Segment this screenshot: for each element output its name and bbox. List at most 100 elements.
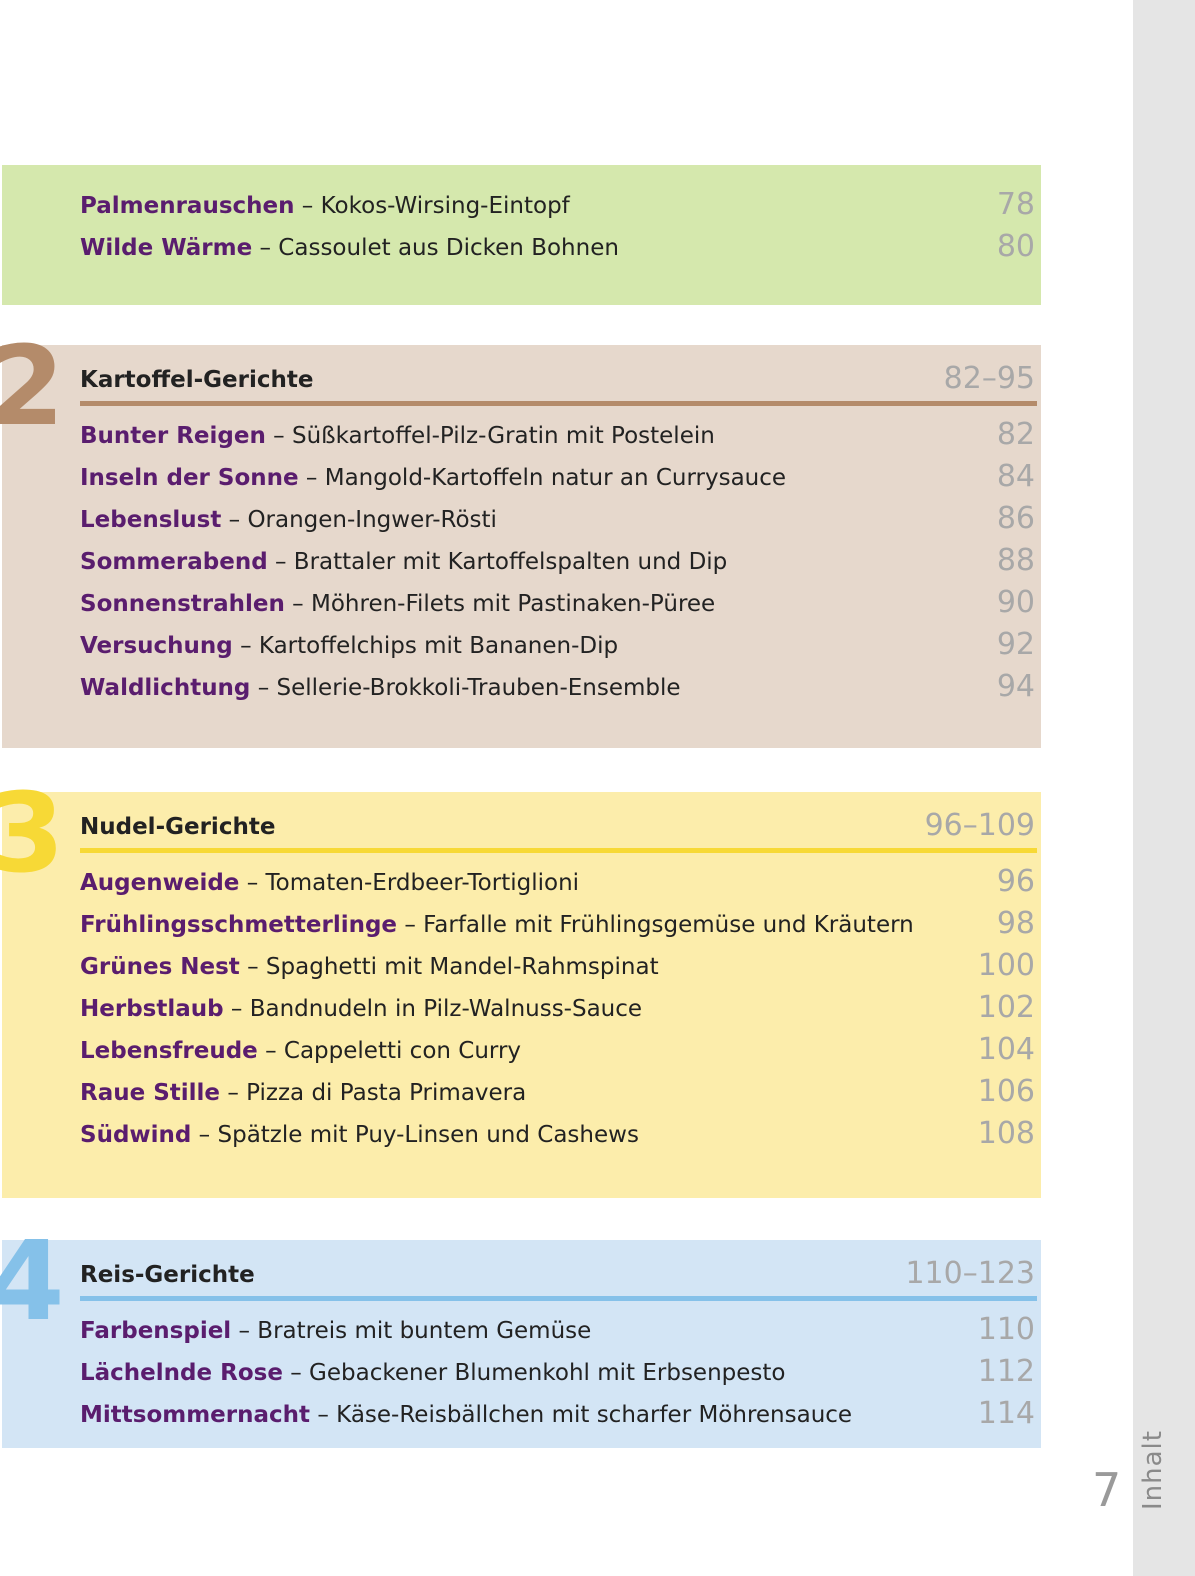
entry-name: Raue Stille (80, 1080, 221, 1106)
entry-name: Lebenslust (80, 507, 222, 533)
entry-desc: – Tomaten-Erdbeer-Tortiglioni (239, 870, 580, 896)
page-number: 7 (1092, 1463, 1122, 1517)
entry-name: Waldlichtung (80, 675, 251, 701)
toc-entry[interactable]: Versuchung – Kartoffelchips mit Bananen-… (80, 627, 1037, 669)
section-title: Reis-Gerichte (80, 1262, 255, 1288)
entry-desc: – Kokos-Wirsing-Eintopf (294, 193, 570, 219)
sidebar-strip (1133, 0, 1195, 1576)
entry-name: Südwind (80, 1122, 192, 1148)
entry-desc: – Käse-Reisbällchen mit scharfer Möhrens… (310, 1402, 853, 1428)
entry-desc: – Mangold-Kartoffeln natur an Currysauce (298, 465, 787, 491)
entry-name: Mittsommernacht (80, 1402, 311, 1428)
entry-name: Lächelnde Rose (80, 1360, 283, 1386)
section-header[interactable]: Reis-Gerichte 110–123 (80, 1254, 1037, 1302)
section-nudel: 3 Nudel-Gerichte 96–109 Augenweide – Tom… (0, 769, 1041, 1198)
section-number: 2 (0, 322, 65, 450)
entry-list: Farbenspiel – Bratreis mit buntem Gemüse… (80, 1312, 1037, 1438)
entry-desc: – Spätzle mit Puy-Linsen und Cashews (191, 1122, 639, 1148)
section-title: Kartoffel-Gerichte (80, 367, 314, 393)
toc-entry[interactable]: Lebensfreude – Cappeletti con Curry 104 (80, 1032, 1037, 1074)
entry-name: Sommerabend (80, 549, 268, 575)
entry-page: 88 (996, 543, 1035, 578)
section-page-range: 110–123 (905, 1256, 1035, 1291)
section-title: Nudel-Gerichte (80, 814, 276, 840)
section-page-range: 96–109 (924, 808, 1035, 843)
entry-desc: – Bandnudeln in Pilz-Walnuss-Sauce (223, 996, 643, 1022)
toc-entry[interactable]: Frühlingsschmetterlinge – Farfalle mit F… (80, 906, 1037, 948)
toc-entry[interactable]: Sommerabend – Brattaler mit Kartoffelspa… (80, 543, 1037, 585)
entry-page: 96 (996, 864, 1035, 899)
toc-entry[interactable]: Augenweide – Tomaten-Erdbeer-Tortiglioni… (80, 864, 1037, 906)
entry-desc: – Bratreis mit buntem Gemüse (231, 1318, 592, 1344)
entry-name: Versuchung (80, 633, 233, 659)
toc-entry[interactable]: Raue Stille – Pizza di Pasta Primavera 10… (80, 1074, 1037, 1116)
entry-desc: – Pizza di Pasta Primavera (220, 1080, 527, 1106)
entry-page: 104 (977, 1032, 1035, 1067)
section-rule (80, 1296, 1037, 1301)
toc-entry[interactable]: Sonnenstrahlen – Möhren-Filets mit Pasti… (80, 585, 1037, 627)
entry-page: 84 (996, 459, 1035, 494)
entry-name: Inseln der Sonne (80, 465, 299, 491)
entry-name: Augenweide (80, 870, 240, 896)
entry-desc: – Kartoffelchips mit Bananen-Dip (232, 633, 619, 659)
entry-page: 80 (996, 229, 1035, 264)
entry-list: Bunter Reigen – Süßkartoffel-Pilz-Gratin… (80, 417, 1037, 711)
section-header[interactable]: Kartoffel-Gerichte 82–95 (80, 359, 1037, 407)
entry-page: 92 (996, 627, 1035, 662)
entry-name: Bunter Reigen (80, 423, 266, 449)
entry-name: Farbenspiel (80, 1318, 232, 1344)
section-number: 3 (0, 769, 65, 897)
entry-name: Herbstlaub (80, 996, 224, 1022)
entry-desc: – Spaghetti mit Mandel-Rahmspinat (239, 954, 659, 980)
entry-page: 102 (977, 990, 1035, 1025)
toc-entry[interactable]: Lebenslust – Orangen-Ingwer-Rösti 86 (80, 501, 1037, 543)
entry-name: Lebensfreude (80, 1038, 258, 1064)
entry-desc: – Cassoulet aus Dicken Bohnen (252, 235, 619, 261)
toc-entry[interactable]: Wilde Wärme – Cassoulet aus Dicken Bohne… (80, 229, 1037, 271)
section-page-range: 82–95 (943, 361, 1035, 396)
entry-page: 114 (977, 1396, 1035, 1431)
entry-desc: – Cappeletti con Curry (257, 1038, 522, 1064)
entry-name: Frühlingsschmetterlinge (80, 912, 398, 938)
toc-entry[interactable]: Südwind – Spätzle mit Puy-Linsen und Cas… (80, 1116, 1037, 1158)
toc-entry[interactable]: Grünes Nest – Spaghetti mit Mandel-Rahms… (80, 948, 1037, 990)
entry-page: 98 (996, 906, 1035, 941)
entry-page: 100 (977, 948, 1035, 983)
toc-entry[interactable]: Inseln der Sonne – Mangold-Kartoffeln na… (80, 459, 1037, 501)
entry-name: Sonnenstrahlen (80, 591, 285, 617)
entry-desc: – Farfalle mit Frühlingsgemüse und Kräut… (397, 912, 914, 938)
toc-entry[interactable]: Bunter Reigen – Süßkartoffel-Pilz-Gratin… (80, 417, 1037, 459)
entry-page: 78 (996, 187, 1035, 222)
toc-entry[interactable]: Waldlichtung – Sellerie-Brokkoli-Trauben… (80, 669, 1037, 711)
entry-desc: – Möhren-Filets mit Pastinaken-Püree (284, 591, 716, 617)
toc-entry[interactable]: Mittsommernacht – Käse-Reisbällchen mit … (80, 1396, 1037, 1438)
entry-name: Grünes Nest (80, 954, 240, 980)
section-kartoffel: 2 Kartoffel-Gerichte 82–95 Bunter Reigen… (0, 322, 1041, 748)
section-header[interactable]: Nudel-Gerichte 96–109 (80, 806, 1037, 854)
entry-page: 90 (996, 585, 1035, 620)
section-rule (80, 401, 1037, 406)
toc-entry[interactable]: Herbstlaub – Bandnudeln in Pilz-Walnuss-… (80, 990, 1037, 1032)
entry-page: 108 (977, 1116, 1035, 1151)
entry-desc: – Süßkartoffel-Pilz-Gratin mit Postelein (265, 423, 715, 449)
toc-entry[interactable]: Farbenspiel – Bratreis mit buntem Gemüse… (80, 1312, 1037, 1354)
section-intro: Palmenrauschen – Kokos-Wirsing-Eintopf 7… (2, 165, 1041, 305)
sidebar-label: Inhalt (1138, 1430, 1168, 1510)
entry-page: 86 (996, 501, 1035, 536)
entry-name: Wilde Wärme (80, 235, 253, 261)
entry-page: 112 (977, 1354, 1035, 1389)
entry-page: 94 (996, 669, 1035, 704)
section-rule (80, 848, 1037, 853)
entry-name: Palmenrauschen (80, 193, 295, 219)
entry-desc: – Sellerie-Brokkoli-Trauben-Ensemble (250, 675, 681, 701)
section-number: 4 (0, 1217, 65, 1345)
toc-entry[interactable]: Palmenrauschen – Kokos-Wirsing-Eintopf 7… (80, 187, 1037, 229)
entry-list: Augenweide – Tomaten-Erdbeer-Tortiglioni… (80, 864, 1037, 1158)
entry-list: Palmenrauschen – Kokos-Wirsing-Eintopf 7… (80, 187, 1037, 271)
entry-page: 110 (977, 1312, 1035, 1347)
toc-entry[interactable]: Lächelnde Rose – Gebackener Blumenkohl m… (80, 1354, 1037, 1396)
entry-desc: – Brattaler mit Kartoffelspalten und Dip (267, 549, 728, 575)
entry-page: 106 (977, 1074, 1035, 1109)
section-reis: 4 Reis-Gerichte 110–123 Farbenspiel – Br… (0, 1217, 1041, 1448)
entry-desc: – Gebackener Blumenkohl mit Erbsenpesto (282, 1360, 786, 1386)
